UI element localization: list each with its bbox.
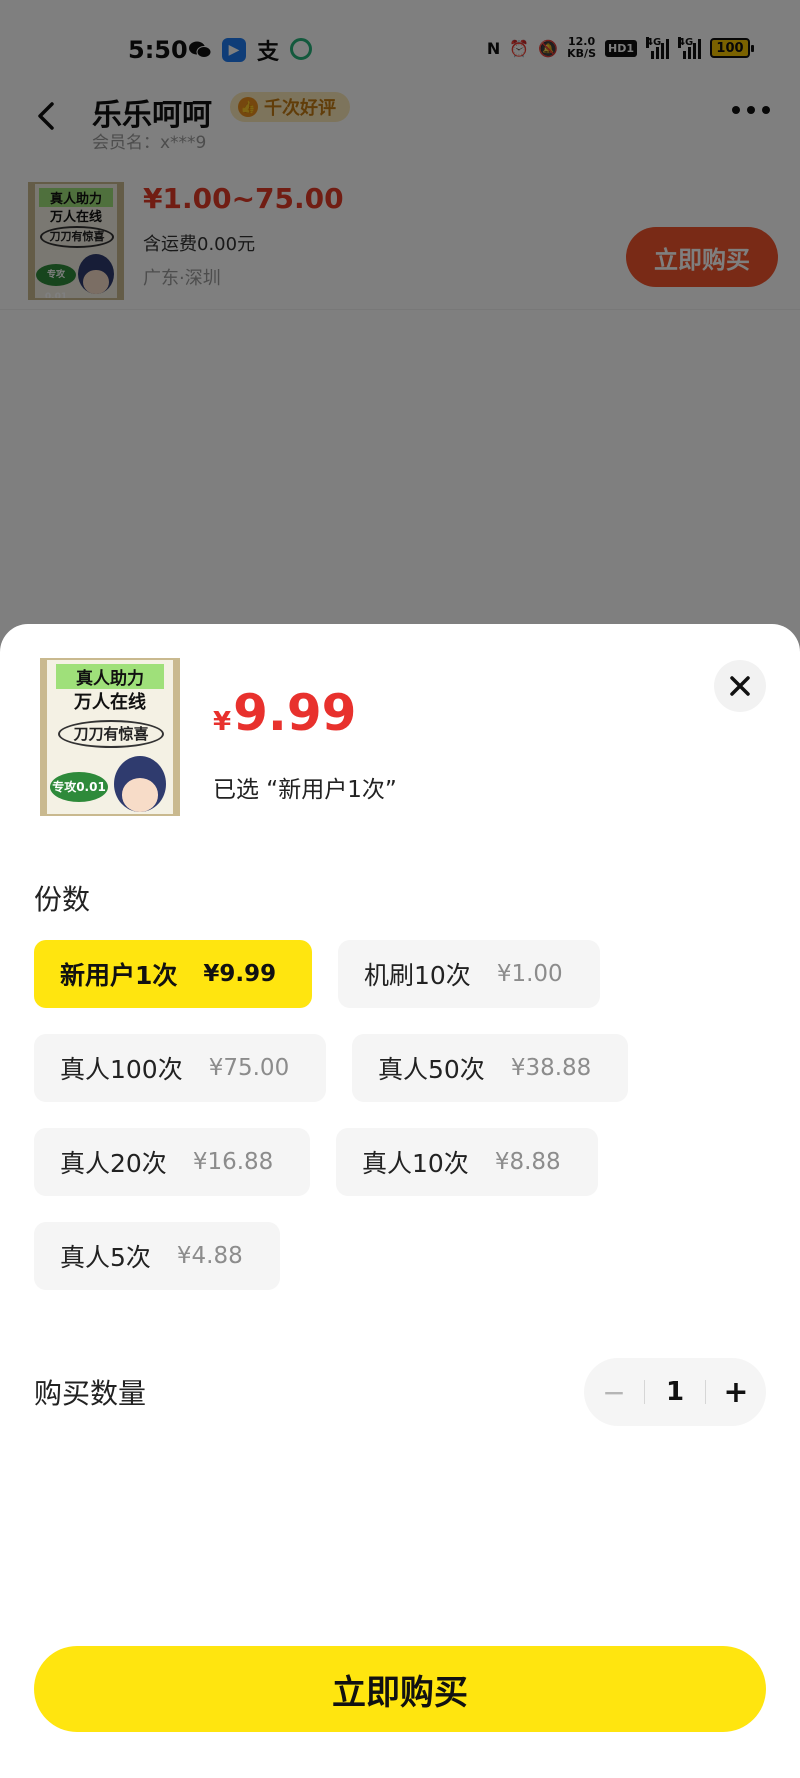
decrease-button[interactable]: − — [584, 1358, 644, 1426]
selected-price: ¥ 9.99 — [213, 684, 357, 742]
close-button[interactable] — [714, 660, 766, 712]
increase-button[interactable]: + — [706, 1358, 766, 1426]
quantity-section-title: 份数 — [34, 883, 91, 916]
sku-option-new-user-1[interactable]: 新用户1次 ¥9.99 — [34, 940, 312, 1008]
sku-option-machine-10[interactable]: 机刷10次 ¥1.00 — [338, 940, 600, 1008]
confirm-buy-button[interactable]: 立即购买 — [34, 1646, 766, 1732]
quantity-stepper: − 1 + — [584, 1358, 766, 1426]
sku-image[interactable]: 真人助力 万人在线 刀刀有惊喜 专攻0.01 — [40, 658, 180, 816]
sku-option-real-20[interactable]: 真人20次 ¥16.88 — [34, 1128, 310, 1196]
selected-sku-text: 已选 “新用户1次” — [213, 777, 397, 803]
quantity-value[interactable]: 1 — [645, 1358, 705, 1426]
sku-option-real-50[interactable]: 真人50次 ¥38.88 — [352, 1034, 628, 1102]
purchase-quantity-label: 购买数量 — [34, 1377, 147, 1410]
sku-option-real-100[interactable]: 真人100次 ¥75.00 — [34, 1034, 326, 1102]
sku-selector-sheet: 真人助力 万人在线 刀刀有惊喜 专攻0.01 ¥ 9.99 已选 “新用户1次”… — [0, 624, 800, 1778]
sku-option-real-5[interactable]: 真人5次 ¥4.88 — [34, 1222, 280, 1290]
sku-option-real-10[interactable]: 真人10次 ¥8.88 — [336, 1128, 598, 1196]
close-icon — [730, 676, 750, 696]
